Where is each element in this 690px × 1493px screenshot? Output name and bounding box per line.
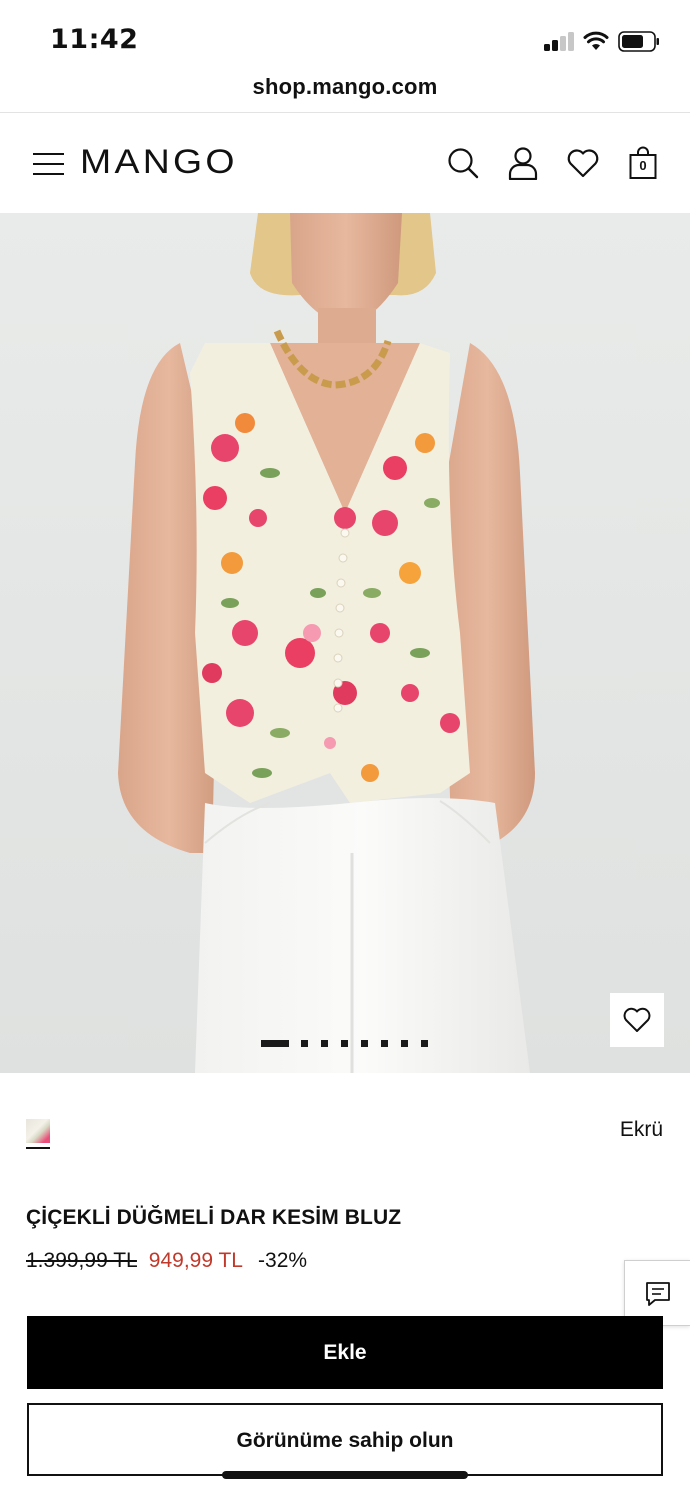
shopping-bag-icon[interactable]: 0 [626,146,660,180]
pagination-dot [421,1040,428,1047]
pagination-dot [381,1040,388,1047]
sale-price: 949,99 TL [148,1249,243,1272]
add-to-favorites-button[interactable] [610,993,664,1047]
pagination-dot [341,1040,348,1047]
add-to-bag-button[interactable]: Ekle [27,1316,663,1389]
wifi-icon [583,31,609,50]
search-icon[interactable] [446,146,480,180]
cellular-signal-icon [544,32,576,51]
product-title: ÇİÇEKLİ DÜĞMELİ DAR KESİM BLUZ [26,1206,402,1229]
heart-icon [623,1007,651,1032]
price-row: 1.399,99 TL 949,99 TL -32% [26,1249,307,1273]
product-photo [118,213,535,1073]
product-image-gallery[interactable] [0,213,690,1073]
status-bar: 11:42 [0,0,690,70]
hamburger-menu-icon[interactable] [33,153,64,175]
site-header: MANGO 0 [0,113,690,213]
heart-icon[interactable] [566,146,600,180]
battery-icon [618,31,659,52]
pagination-dot [361,1040,368,1047]
bag-count: 0 [639,158,647,173]
pagination-dot [301,1040,308,1047]
discount-percent: -32% [258,1249,308,1272]
chat-icon [646,1282,670,1306]
original-price: 1.399,99 TL [26,1249,137,1272]
pagination-dot-active [261,1040,289,1047]
color-swatch-selected-indicator [26,1147,50,1149]
user-icon[interactable] [506,146,540,180]
pagination-dot [401,1040,408,1047]
pagination-dot [321,1040,328,1047]
home-indicator [222,1471,468,1479]
color-swatch-ecru[interactable] [26,1119,50,1143]
brand-logo[interactable]: MANGO [80,143,238,182]
url-text: shop.mango.com [252,74,438,99]
url-bar[interactable]: shop.mango.com [0,70,690,113]
color-name: Ekrü [619,1118,663,1141]
status-time: 11:42 [50,24,139,55]
shop-the-look-button[interactable]: Görünüme sahip olun [27,1403,663,1476]
